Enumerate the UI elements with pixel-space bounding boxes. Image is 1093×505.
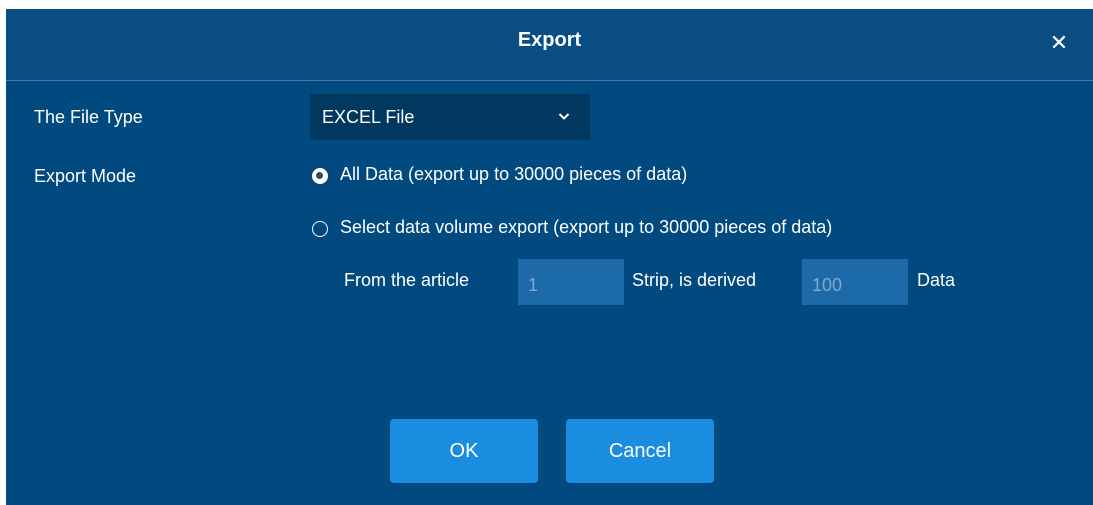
radio-all-data-button[interactable] bbox=[312, 168, 328, 184]
data-label: Data bbox=[917, 270, 956, 290]
file-type-select[interactable]: EXCEL File bbox=[310, 94, 590, 140]
file-type-label: The File Type bbox=[34, 107, 143, 127]
derived-count-input[interactable] bbox=[802, 259, 908, 305]
export-mode-label: Export Mode bbox=[34, 166, 137, 186]
radio-all-data-label: All Data (export up to 30000 pieces of d… bbox=[340, 164, 688, 184]
radio-select-volume-button[interactable] bbox=[312, 221, 328, 237]
ok-button[interactable]: OK bbox=[390, 419, 538, 483]
file-type-value: EXCEL File bbox=[322, 107, 415, 127]
chevron-down-icon bbox=[558, 113, 570, 120]
cancel-button[interactable]: Cancel bbox=[566, 419, 714, 483]
from-article-input[interactable] bbox=[518, 259, 624, 305]
export-dialog: Export ✕ The File Type EXCEL File Export… bbox=[6, 9, 1093, 505]
from-article-label: From the article bbox=[344, 270, 470, 290]
strip-derived-label: Strip, is derived bbox=[632, 270, 757, 290]
close-icon[interactable]: ✕ bbox=[1047, 31, 1071, 55]
radio-select-volume-label: Select data volume export (export up to … bbox=[340, 217, 833, 237]
dialog-title: Export bbox=[517, 29, 582, 51]
dialog-titlebar: Export ✕ bbox=[6, 9, 1093, 81]
